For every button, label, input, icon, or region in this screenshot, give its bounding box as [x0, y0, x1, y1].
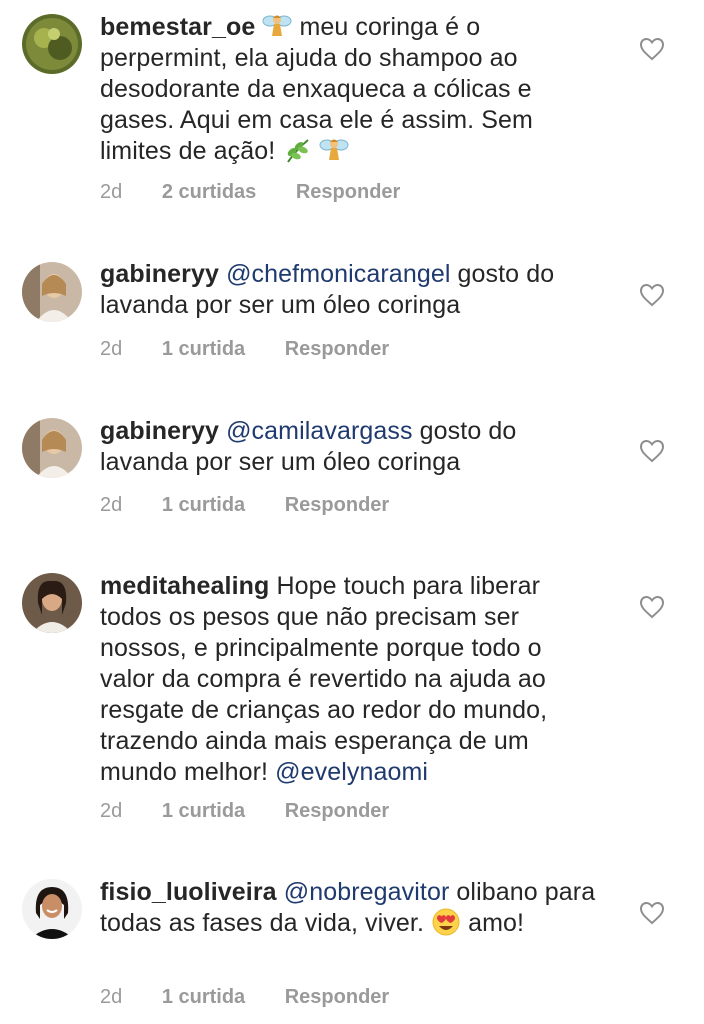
- fairy-emoji: [319, 136, 349, 164]
- comment-username[interactable]: meditahealing: [100, 572, 269, 600]
- comment-meta: 2d 1 curtida Responder: [100, 986, 389, 1009]
- heart-outline-icon: [639, 595, 665, 619]
- heart-outline-icon: [639, 37, 665, 61]
- comment-meta: 2d 1 curtida Responder: [100, 338, 389, 361]
- like-button[interactable]: [639, 37, 665, 61]
- reply-button[interactable]: Responder: [285, 338, 389, 360]
- mention-link[interactable]: @evelynaomi: [275, 758, 428, 786]
- comment-time: 2d: [100, 494, 123, 516]
- comment-time: 2d: [100, 986, 123, 1008]
- mention-link[interactable]: @chefmonicarangel: [226, 260, 450, 288]
- comments-list: bemestar_oe meu coringa é o perpermint, …: [0, 0, 704, 1024]
- heart-outline-icon: [639, 283, 665, 307]
- comment-text: fisio_luoliveira @nobregavitor olibano p…: [100, 877, 600, 939]
- avatar[interactable]: [22, 262, 82, 322]
- reply-button[interactable]: Responder: [285, 800, 389, 822]
- comment-meta: 2d 1 curtida Responder: [100, 800, 389, 823]
- comment-username[interactable]: fisio_luoliveira: [100, 878, 277, 906]
- comment-text: gabineryy @camilavargass gosto do lavand…: [100, 416, 600, 478]
- likes-count[interactable]: 1 curtida: [162, 986, 245, 1008]
- likes-count[interactable]: 1 curtida: [162, 800, 245, 822]
- comment-username[interactable]: gabineryy: [100, 260, 219, 288]
- likes-count[interactable]: 1 curtida: [162, 338, 245, 360]
- heart-eyes-emoji: [431, 908, 461, 936]
- comment-time: 2d: [100, 338, 123, 360]
- reply-button[interactable]: Responder: [296, 181, 400, 203]
- reply-button[interactable]: Responder: [285, 986, 389, 1008]
- fairy-emoji: [262, 12, 292, 40]
- comment-username[interactable]: bemestar_oe: [100, 13, 255, 41]
- comment-body-end: amo!: [468, 909, 525, 937]
- likes-count[interactable]: 2 curtidas: [162, 181, 256, 203]
- comment-username[interactable]: gabineryy: [100, 417, 219, 445]
- reply-button[interactable]: Responder: [285, 494, 389, 516]
- comment-text: bemestar_oe meu coringa é o perpermint, …: [100, 12, 600, 167]
- mention-link[interactable]: @camilavargass: [226, 417, 413, 445]
- avatar[interactable]: [22, 879, 82, 939]
- avatar[interactable]: [22, 418, 82, 478]
- comment-body: Hope touch para liberar todos os pesos q…: [100, 572, 548, 786]
- avatar[interactable]: [22, 14, 82, 74]
- comment-time: 2d: [100, 181, 123, 203]
- like-button[interactable]: [639, 901, 665, 925]
- herb-emoji: [282, 136, 312, 164]
- likes-count[interactable]: 1 curtida: [162, 494, 245, 516]
- comment-time: 2d: [100, 800, 123, 822]
- avatar[interactable]: [22, 573, 82, 633]
- comment-meta: 2d 2 curtidas Responder: [100, 181, 400, 204]
- heart-outline-icon: [639, 901, 665, 925]
- heart-outline-icon: [639, 439, 665, 463]
- comment-meta: 2d 1 curtida Responder: [100, 494, 389, 517]
- like-button[interactable]: [639, 595, 665, 619]
- like-button[interactable]: [639, 439, 665, 463]
- like-button[interactable]: [639, 283, 665, 307]
- comment-text: meditahealing Hope touch para liberar to…: [100, 571, 600, 788]
- comment-text: gabineryy @chefmonicarangel gosto do lav…: [100, 259, 600, 321]
- mention-link[interactable]: @nobregavitor: [284, 878, 450, 906]
